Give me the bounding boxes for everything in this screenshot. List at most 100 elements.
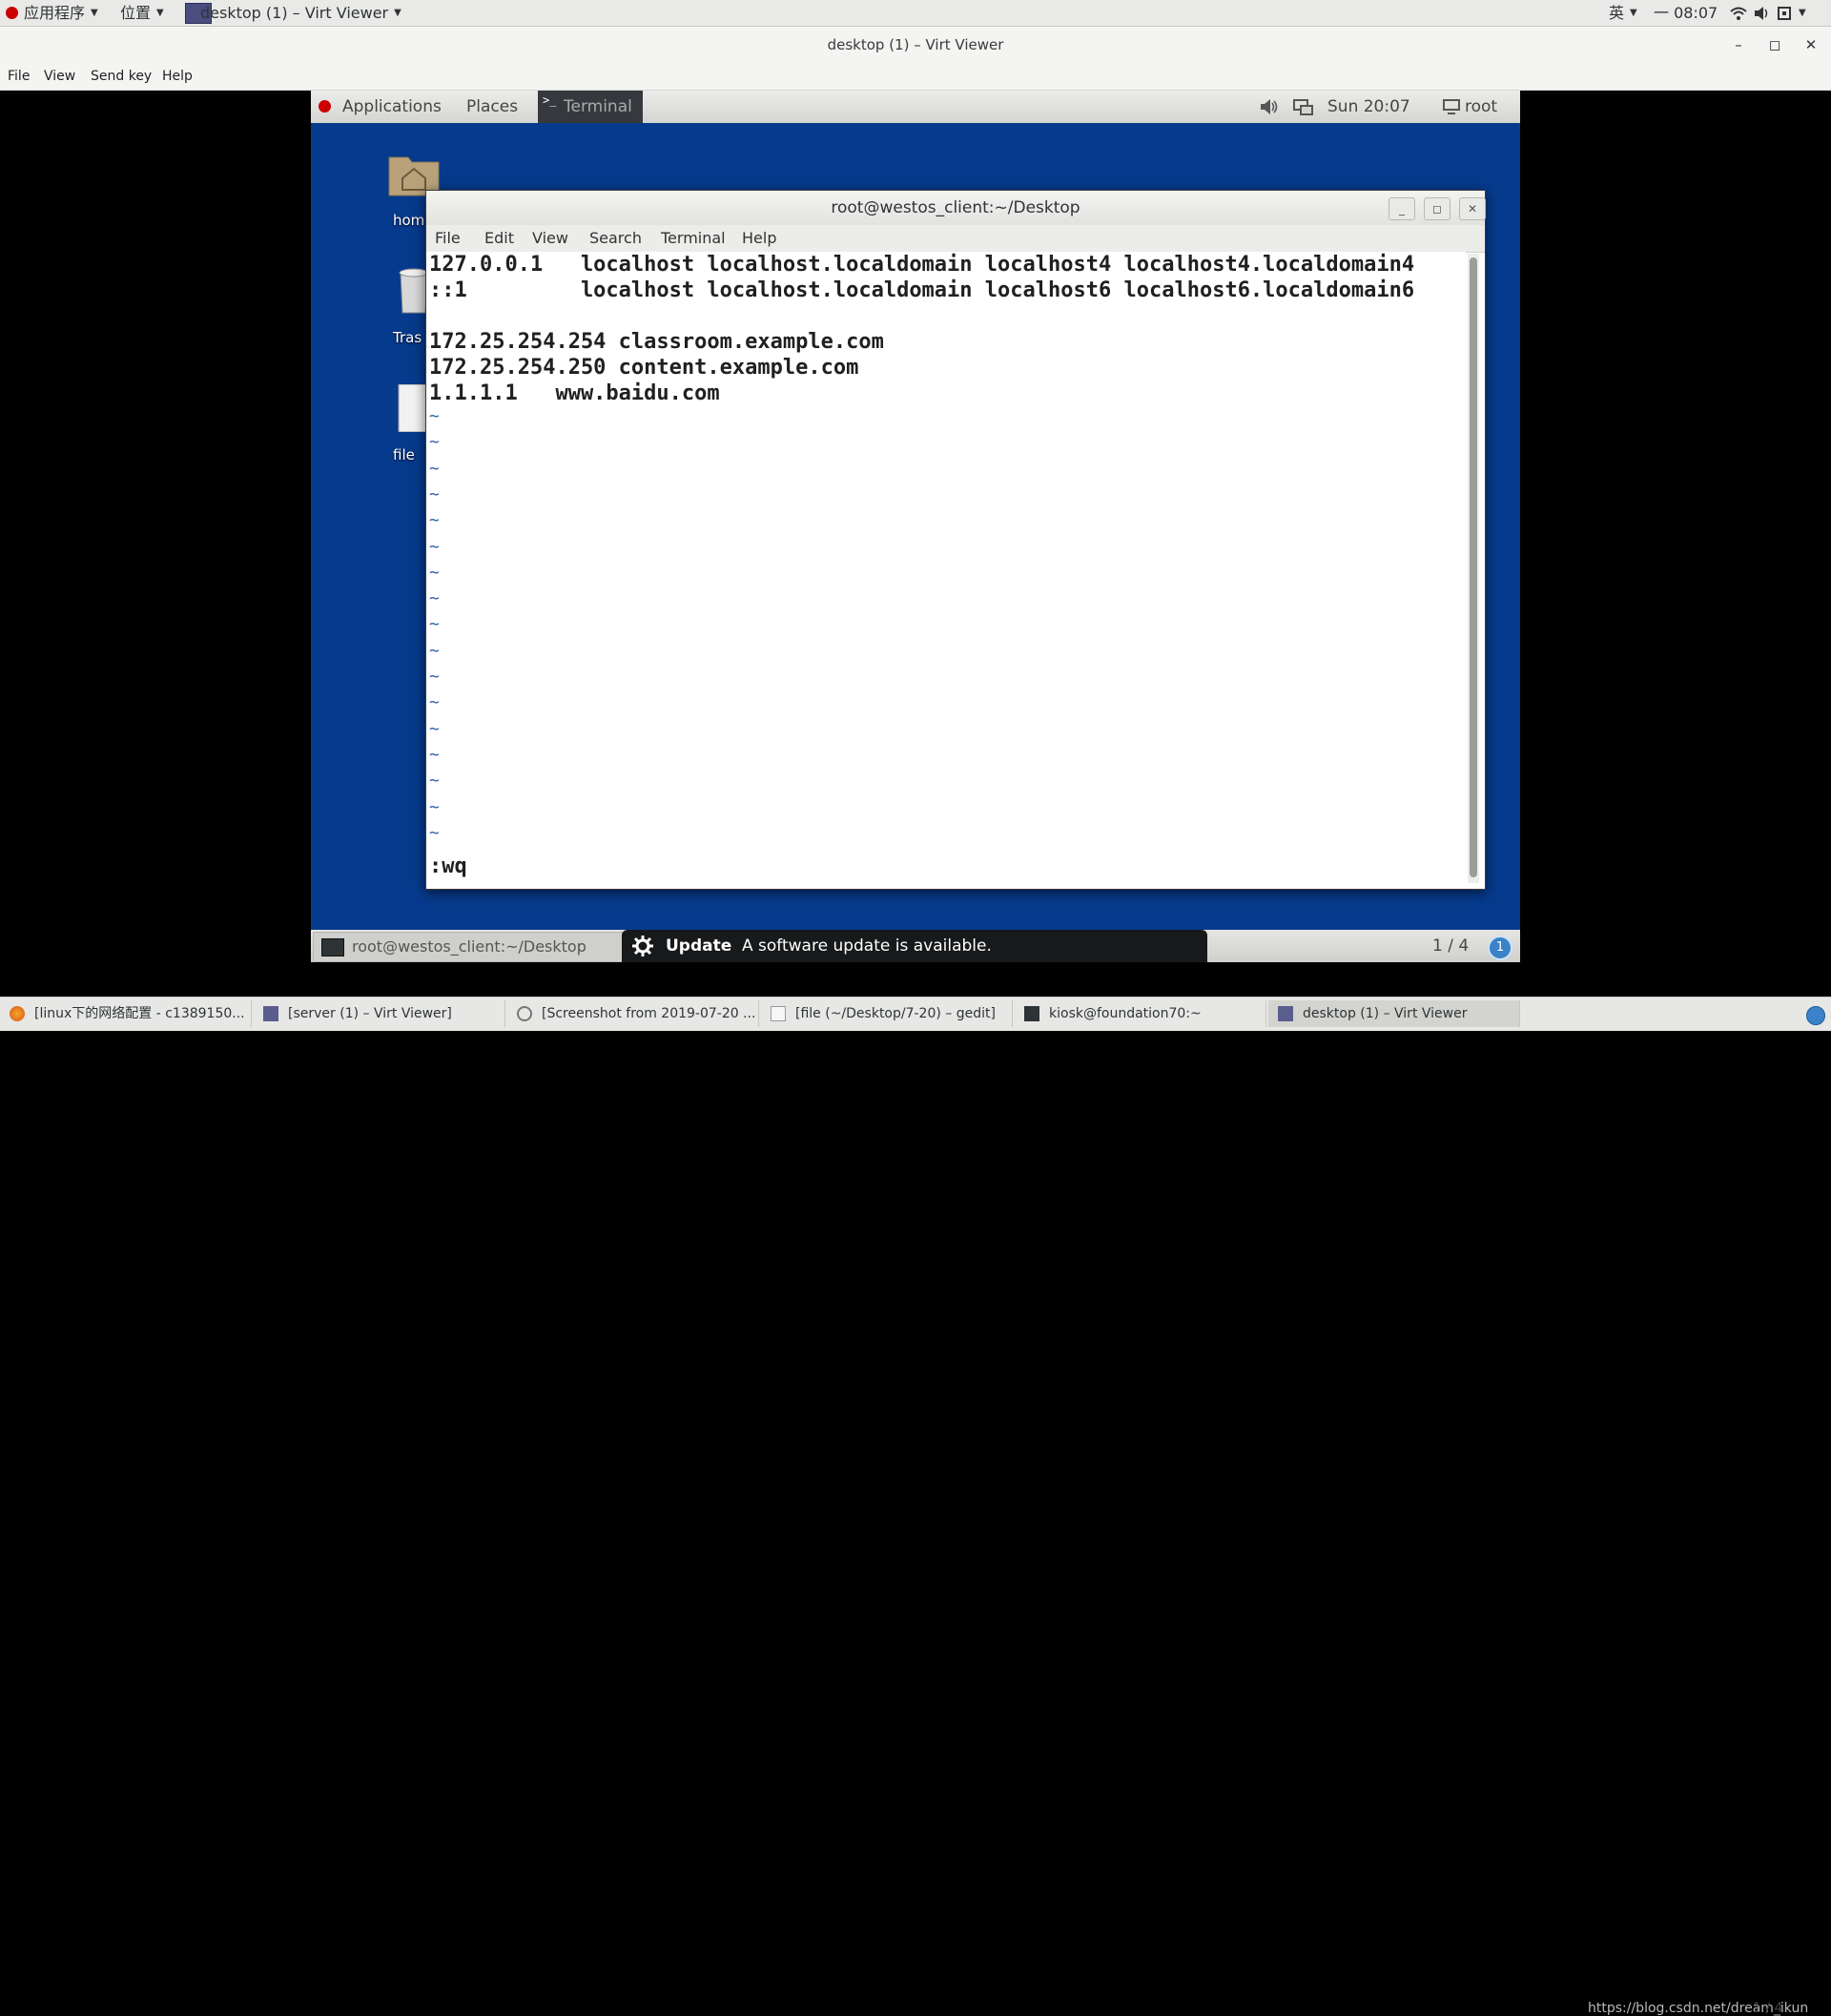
terminal-close-button[interactable]: ✕: [1459, 197, 1486, 220]
empty-line-tilde: ~: [429, 640, 440, 661]
chevron-down-icon: ▼: [1630, 8, 1637, 18]
update-notification[interactable]: Update A software update is available.: [622, 930, 1207, 962]
network-icon[interactable]: [1293, 98, 1314, 115]
viewer-menu-file[interactable]: File: [8, 63, 30, 90]
taskbar-item-gedit[interactable]: [file (~/Desktop/7-20) – gedit]: [761, 1000, 1013, 1027]
empty-line-tilde: ~: [429, 614, 440, 635]
firefox-icon: [10, 1006, 25, 1021]
host-workspace-pager[interactable]: 1 / 4: [1753, 2001, 1782, 2016]
close-button[interactable]: ✕: [1799, 32, 1823, 57]
gear-icon: [632, 936, 653, 957]
guest-bottom-panel: root@westos_client:~/Desktop Update A so…: [311, 930, 1520, 962]
guest-taskbar-terminal[interactable]: root@westos_client:~/Desktop: [313, 932, 624, 962]
empty-line-tilde: ~: [429, 718, 440, 739]
minimize-button[interactable]: –: [1726, 32, 1751, 57]
empty-line-tilde: ~: [429, 432, 440, 453]
empty-line-tilde: ~: [429, 588, 440, 609]
empty-line-tilde: ~: [429, 796, 440, 817]
vim-command-line: :wq: [429, 854, 467, 878]
monitor-icon: [263, 1006, 278, 1021]
redhat-logo-icon: [319, 100, 331, 113]
terminal-menu-file[interactable]: File: [435, 225, 461, 252]
empty-line-tilde: ~: [429, 510, 440, 531]
viewer-title-bar: desktop (1) – Virt Viewer – ◻ ✕: [0, 27, 1831, 63]
guest-terminal-tab[interactable]: >_ Terminal: [538, 91, 643, 123]
terminal-icon: [1024, 1006, 1039, 1021]
notification-count-badge[interactable]: 1: [1488, 936, 1512, 960]
terminal-menu-view[interactable]: View: [532, 225, 568, 252]
guest-clock[interactable]: Sun 20:07: [1327, 91, 1410, 123]
terminal-text-area[interactable]: 127.0.0.1 localhost localhost.localdomai…: [426, 252, 1466, 887]
terminal-menu-help[interactable]: Help: [742, 225, 776, 252]
terminal-minimize-button[interactable]: _: [1389, 197, 1415, 220]
guest-applications-menu[interactable]: Applications: [342, 91, 442, 123]
terminal-menu-bar: File Edit View Search Terminal Help: [426, 225, 1485, 253]
notification-icon[interactable]: [1806, 1006, 1825, 1025]
hosts-line: 172.25.254.250 content.example.com: [429, 356, 859, 380]
chevron-down-icon: ▼: [156, 8, 164, 18]
empty-line-tilde: ~: [429, 692, 440, 713]
hosts-line: 127.0.0.1 localhost localhost.localdomai…: [429, 253, 1415, 277]
guest-places-menu[interactable]: Places: [466, 91, 518, 123]
empty-line-tilde: ~: [429, 744, 440, 765]
empty-line-tilde: ~: [429, 536, 440, 557]
hosts-line: 1.1.1.1 www.baidu.com: [429, 381, 720, 405]
terminal-maximize-button[interactable]: ◻: [1424, 197, 1450, 220]
user-icon: [1443, 99, 1460, 114]
monitor-icon: [1278, 1006, 1293, 1021]
volume-icon: [1755, 6, 1768, 20]
guest-display[interactable]: Applications Places >_ Terminal Sun 20:0…: [311, 91, 1520, 962]
chevron-down-icon: ▼: [394, 8, 401, 18]
viewer-menu-view[interactable]: View: [44, 63, 75, 90]
terminal-icon: >_: [543, 93, 557, 107]
hosts-line: ::1 localhost localhost.localdomain loca…: [429, 278, 1415, 302]
desktop-icon-label: file: [393, 446, 415, 463]
status-area[interactable]: ▼: [1730, 0, 1806, 26]
maximize-button[interactable]: ◻: [1762, 32, 1787, 57]
image-viewer-icon: [517, 1006, 532, 1021]
power-icon: [1778, 6, 1791, 20]
guest-top-bar: Applications Places >_ Terminal Sun 20:0…: [311, 91, 1520, 123]
taskbar-item-server-viewer[interactable]: [server (1) – Virt Viewer]: [254, 1000, 505, 1027]
guest-user-menu[interactable]: root: [1465, 91, 1497, 123]
viewer-menu-help[interactable]: Help: [162, 63, 193, 90]
workspace-pager[interactable]: 1 / 4: [1432, 930, 1469, 962]
host-clock[interactable]: 一 08:07: [1654, 0, 1718, 26]
desktop-icon-label: Tras: [393, 329, 422, 346]
taskbar-item-kiosk-terminal[interactable]: kiosk@foundation70:~: [1015, 1000, 1266, 1027]
empty-line-tilde: ~: [429, 406, 440, 426]
chevron-down-icon: ▼: [1799, 8, 1806, 18]
host-window-menu[interactable]: desktop (1) – Virt Viewer ▼: [185, 0, 401, 26]
terminal-scrollbar[interactable]: [1468, 254, 1479, 883]
empty-line-tilde: ~: [429, 822, 440, 843]
host-places-menu[interactable]: 位置 ▼: [120, 0, 164, 26]
host-top-bar: 应用程序 ▼ 位置 ▼ desktop (1) – Virt Viewer ▼ …: [0, 0, 1831, 27]
taskbar-item-desktop-viewer[interactable]: desktop (1) – Virt Viewer: [1268, 1000, 1520, 1027]
viewer-window-title: desktop (1) – Virt Viewer: [827, 36, 1004, 53]
empty-line-tilde: ~: [429, 458, 440, 479]
viewer-menu-send-key[interactable]: Send key: [91, 63, 152, 90]
viewer-menu-bar: File View Send key Help: [0, 63, 1831, 91]
empty-line-tilde: ~: [429, 483, 440, 504]
volume-icon[interactable]: [1259, 98, 1280, 115]
terminal-menu-search[interactable]: Search: [589, 225, 642, 252]
input-method-indicator[interactable]: 英 ▼: [1609, 0, 1637, 26]
terminal-menu-edit[interactable]: Edit: [484, 225, 514, 252]
taskbar-item-screenshot[interactable]: [Screenshot from 2019-07-20 ...: [507, 1000, 759, 1027]
chevron-down-icon: ▼: [91, 8, 98, 18]
terminal-menu-terminal[interactable]: Terminal: [661, 225, 726, 252]
terminal-window[interactable]: root@westos_client:~/Desktop _ ◻ ✕ File …: [425, 190, 1486, 890]
host-applications-menu[interactable]: 应用程序 ▼: [6, 0, 98, 26]
empty-line-tilde: ~: [429, 771, 440, 792]
terminal-icon: [321, 938, 344, 957]
text-editor-icon: [771, 1006, 786, 1021]
taskbar-item-firefox[interactable]: [linux下的网络配置 - c1389150...: [0, 1000, 252, 1027]
empty-line-tilde: ~: [429, 562, 440, 583]
terminal-title-bar[interactable]: root@westos_client:~/Desktop _ ◻ ✕: [426, 191, 1486, 226]
notification-text: A software update is available.: [742, 936, 992, 956]
scrollbar-thumb[interactable]: [1470, 257, 1477, 877]
wifi-icon: [1730, 7, 1747, 20]
host-taskbar: [linux下的网络配置 - c1389150... [server (1) –…: [0, 997, 1831, 2016]
desktop-icon-label: hom: [393, 212, 425, 229]
empty-line-tilde: ~: [429, 667, 440, 687]
